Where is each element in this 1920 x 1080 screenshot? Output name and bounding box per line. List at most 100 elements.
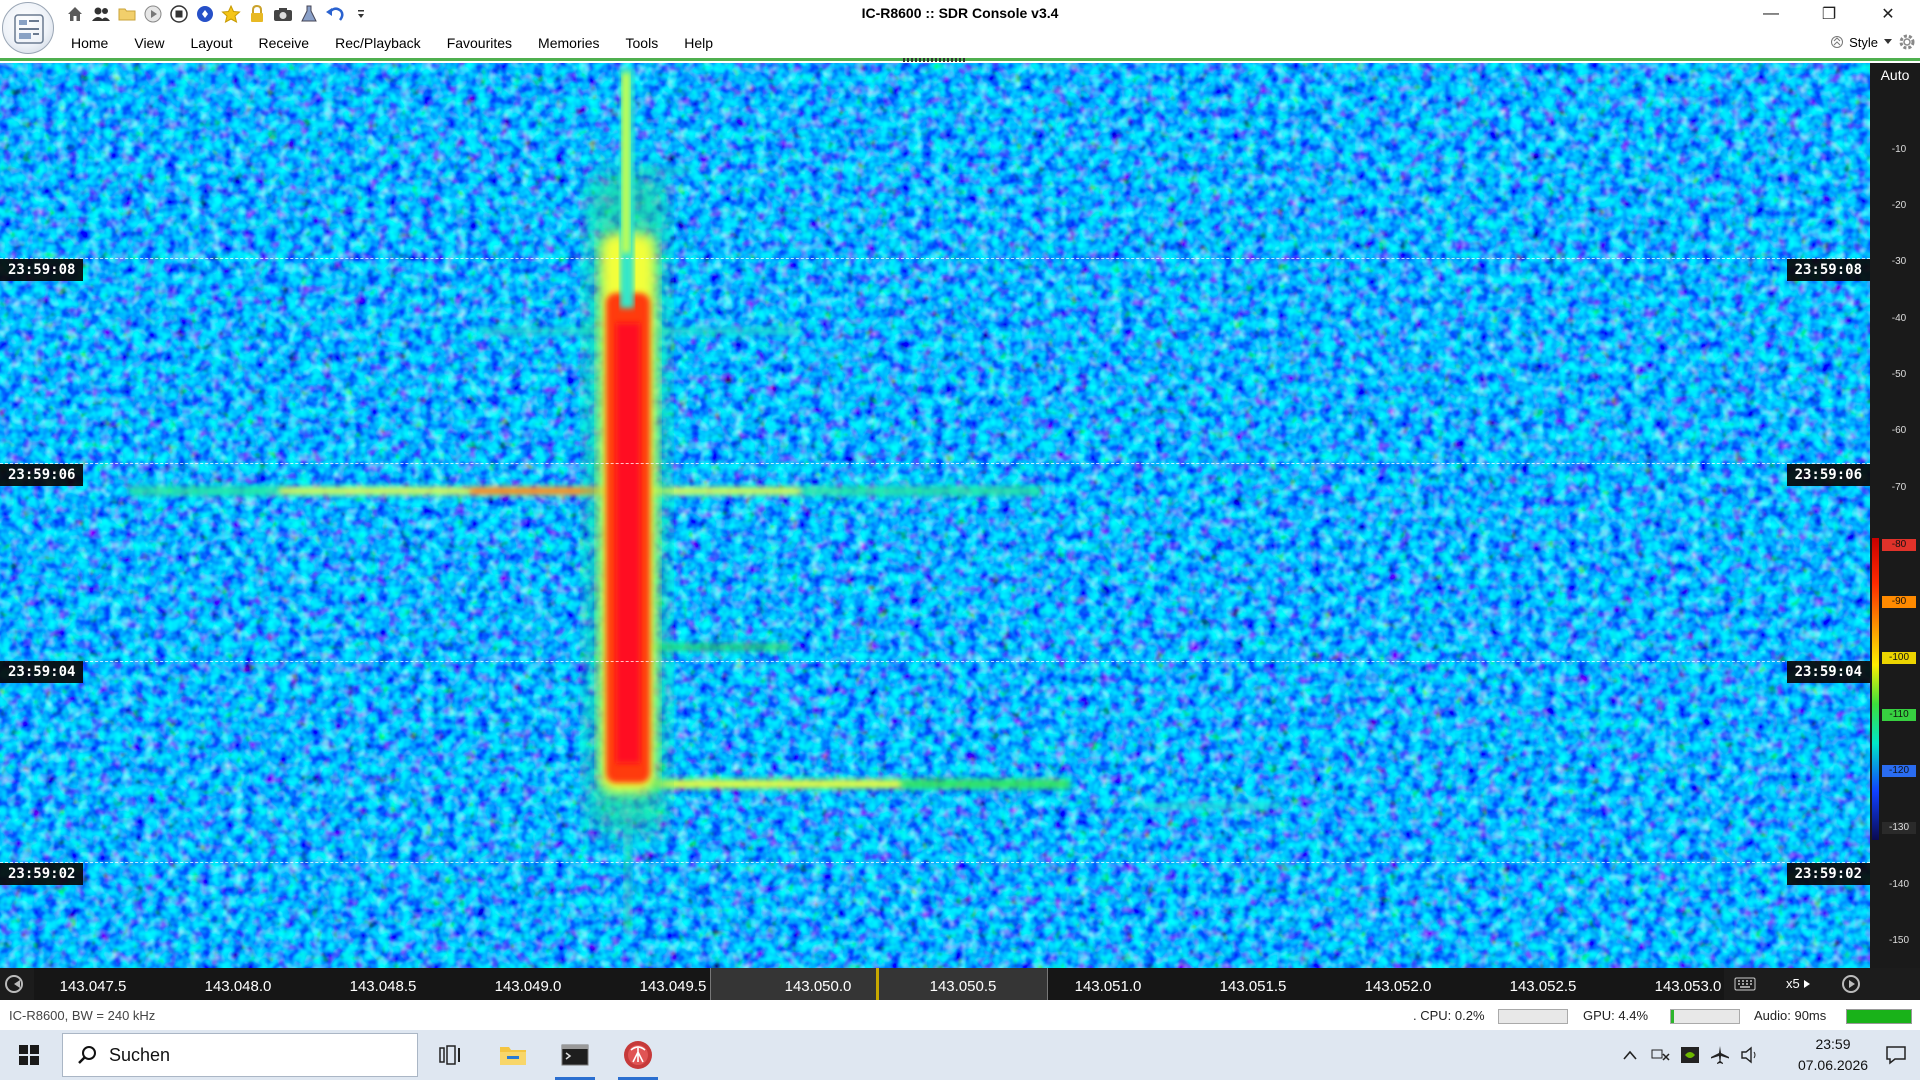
timestamp-left: 23:59:06 xyxy=(0,464,84,486)
sdr-console-button[interactable] xyxy=(610,1030,666,1080)
style-selector[interactable]: Style xyxy=(1831,33,1916,51)
audio-meter xyxy=(1846,1009,1912,1024)
close-button[interactable]: ✕ xyxy=(1860,0,1916,28)
status-bar: IC-R8600, BW = 240 kHz . CPU: 0.2% GPU: … xyxy=(0,1000,1920,1030)
db-tick: -90 xyxy=(1882,596,1916,608)
menu-rec-playback[interactable]: Rec/Playback xyxy=(322,34,434,52)
waterfall-spectrogram xyxy=(0,63,1870,968)
scroll-left-icon[interactable] xyxy=(5,975,23,993)
db-color-bar xyxy=(1872,538,1879,840)
volume-icon[interactable] xyxy=(1740,1045,1760,1065)
db-tick: -80 xyxy=(1882,539,1916,551)
nvidia-icon[interactable] xyxy=(1680,1045,1700,1065)
db-tick: -100 xyxy=(1882,652,1916,664)
scroll-right-icon[interactable] xyxy=(1842,975,1860,993)
menu-tools[interactable]: Tools xyxy=(613,34,672,52)
db-tick: -150 xyxy=(1888,935,1909,946)
title-bar: IC-R8600 :: SDR Console v3.4 — ❐ ✕ xyxy=(0,0,1920,28)
gear-icon[interactable] xyxy=(1898,33,1916,51)
network-disconnected-icon[interactable] xyxy=(1650,1045,1670,1065)
freq-label: 143.053.0 xyxy=(1654,978,1722,995)
taskbar-clock[interactable]: 23:59 07.06.2026 xyxy=(1790,1034,1876,1076)
menu-favourites[interactable]: Favourites xyxy=(434,34,525,52)
freq-label: 143.051.0 xyxy=(1074,978,1142,995)
cpu-meter xyxy=(1498,1009,1568,1024)
frequency-scale[interactable]: 143.047.5 143.048.0 143.048.5 143.049.0 … xyxy=(34,968,1724,1000)
airplane-mode-icon[interactable] xyxy=(1710,1045,1730,1065)
auto-scale-label[interactable]: Auto xyxy=(1870,67,1920,83)
freq-label: 143.050.5 xyxy=(929,978,997,995)
gpu-meter xyxy=(1670,1009,1740,1024)
timestamp-right: 23:59:04 xyxy=(1786,661,1870,683)
menu-memories[interactable]: Memories xyxy=(525,34,612,52)
freq-label: 143.051.5 xyxy=(1219,978,1287,995)
menu-receive[interactable]: Receive xyxy=(246,34,323,52)
freq-label: 143.050.0 xyxy=(784,978,852,995)
ribbon-resize-grip[interactable] xyxy=(903,58,967,62)
db-tick: -110 xyxy=(1882,709,1916,721)
time-gridline xyxy=(0,463,1870,464)
minimize-button[interactable]: — xyxy=(1743,0,1799,28)
terminal-button[interactable] xyxy=(547,1030,603,1080)
taskbar-search[interactable]: Suchen xyxy=(62,1033,418,1077)
menu-view[interactable]: View xyxy=(121,34,177,52)
show-hidden-icons-icon[interactable] xyxy=(1620,1045,1640,1065)
system-tray xyxy=(1620,1030,1760,1080)
freq-label: 143.048.0 xyxy=(204,978,272,995)
timestamp-left: 23:59:08 xyxy=(0,259,84,281)
freq-label: 143.052.5 xyxy=(1509,978,1577,995)
window-title: IC-R8600 :: SDR Console v3.4 xyxy=(861,5,1059,21)
file-explorer-button[interactable] xyxy=(485,1030,541,1080)
windows-taskbar: Suchen 23:59 07.06.2026 xyxy=(0,1030,1920,1080)
freq-label: 143.048.5 xyxy=(349,978,417,995)
app-menu-icon xyxy=(14,14,44,44)
frequency-bar: 143.047.5 143.048.0 143.048.5 143.049.0 … xyxy=(0,968,1920,1000)
gpu-usage: GPU: 4.4% xyxy=(1583,1008,1649,1023)
time-gridline xyxy=(0,661,1870,662)
keyboard-icon xyxy=(1734,977,1756,991)
menu-layout[interactable]: Layout xyxy=(177,34,245,52)
freq-label: 143.049.5 xyxy=(639,978,707,995)
freq-label: 143.047.5 xyxy=(59,978,127,995)
timestamp-left: 23:59:02 xyxy=(0,863,84,885)
menu-items: Home View Layout Receive Rec/Playback Fa… xyxy=(58,34,726,52)
task-view-button[interactable] xyxy=(422,1030,478,1080)
gpu-meter-fill xyxy=(1671,1010,1674,1023)
db-tick: -70 xyxy=(1891,482,1907,493)
audio-meter-fill xyxy=(1847,1010,1911,1023)
db-tick: -10 xyxy=(1891,144,1907,155)
cpu-usage: . CPU: 0.2% xyxy=(1413,1008,1485,1023)
notification-icon xyxy=(1886,1046,1906,1065)
style-label: Style xyxy=(1849,34,1878,50)
menu-home[interactable]: Home xyxy=(58,34,121,52)
timestamp-right: 23:59:06 xyxy=(1786,464,1870,486)
search-icon xyxy=(78,1046,96,1064)
db-tick: -130 xyxy=(1882,822,1916,834)
db-tick: -120 xyxy=(1882,765,1916,777)
tuned-frequency-marker[interactable] xyxy=(876,968,879,1000)
start-button[interactable] xyxy=(0,1030,58,1080)
collapse-ribbon-icon[interactable] xyxy=(1831,34,1844,50)
search-placeholder: Suchen xyxy=(109,1045,171,1065)
folder-icon xyxy=(500,1047,526,1065)
timestamp-right: 23:59:02 xyxy=(1786,863,1870,885)
zoom-selector[interactable]: x5 xyxy=(1770,974,1816,994)
app-menu-button[interactable] xyxy=(2,2,54,54)
freq-label: 143.049.0 xyxy=(494,978,562,995)
timestamp-left: 23:59:04 xyxy=(0,661,84,683)
db-tick: -140 xyxy=(1888,879,1909,890)
windows-logo-icon xyxy=(19,1045,39,1065)
menu-help[interactable]: Help xyxy=(671,34,726,52)
notification-center-button[interactable] xyxy=(1874,1030,1918,1080)
db-tick: -30 xyxy=(1891,256,1907,267)
time-gridline xyxy=(0,862,1870,863)
task-view-icon xyxy=(439,1045,460,1065)
maximize-button[interactable]: ❐ xyxy=(1801,0,1857,28)
db-tick: -60 xyxy=(1891,425,1907,436)
db-tick: -40 xyxy=(1891,313,1907,324)
waterfall-display[interactable]: 23:59:08 23:59:08 23:59:06 23:59:06 23:5… xyxy=(0,63,1870,968)
keyboard-button[interactable] xyxy=(1730,974,1760,994)
db-tick: -20 xyxy=(1891,200,1907,211)
chevron-down-icon xyxy=(1884,39,1892,44)
radio-status: IC-R8600, BW = 240 kHz xyxy=(9,1008,156,1023)
